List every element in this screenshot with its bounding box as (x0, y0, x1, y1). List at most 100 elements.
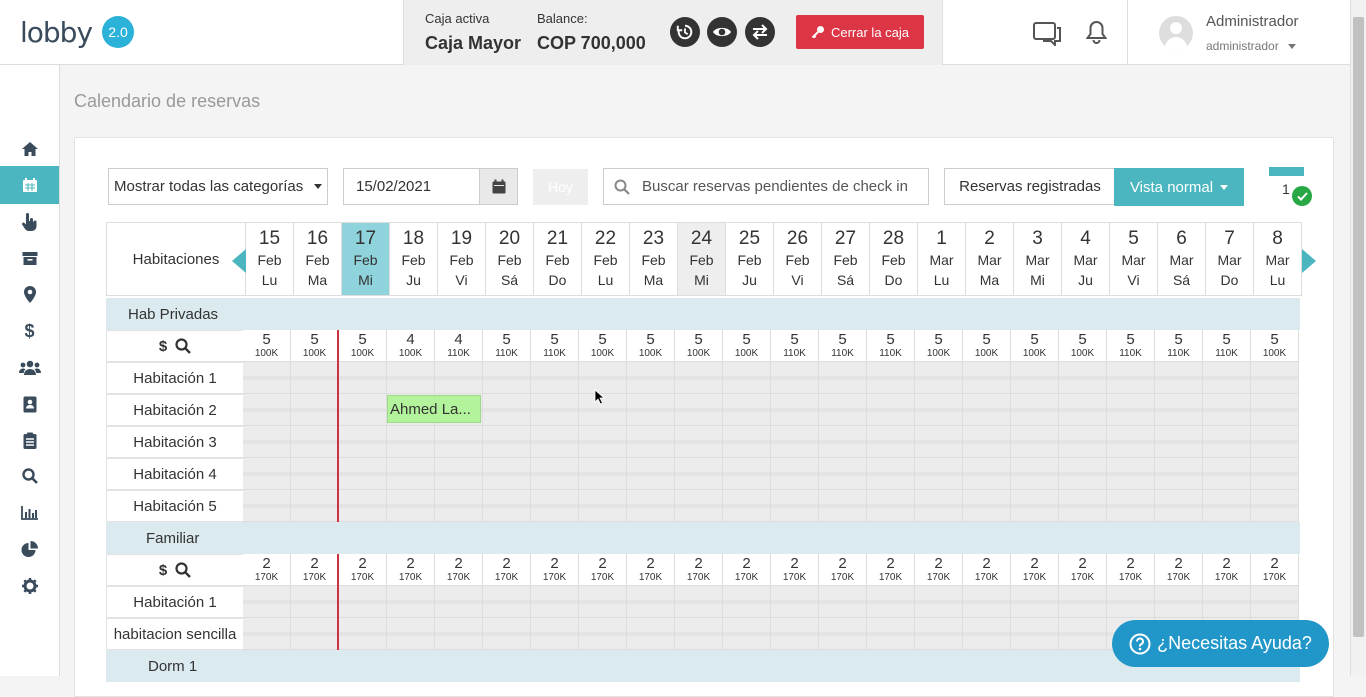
room-day-cell[interactable] (1011, 426, 1059, 458)
sidebar-item-checkin[interactable] (0, 203, 59, 241)
room-day-cell[interactable] (771, 362, 819, 394)
room-day-cell[interactable] (675, 426, 723, 458)
availability-cell[interactable]: 5 100K (963, 330, 1011, 362)
room-day-cell[interactable] (1203, 490, 1251, 522)
room-day-cell[interactable] (1107, 426, 1155, 458)
day-header[interactable]: 2 Mar Ma (966, 222, 1014, 296)
room-day-cell[interactable] (1203, 394, 1251, 426)
room-day-cell[interactable] (339, 618, 387, 650)
day-header[interactable]: 25 Feb Ju (726, 222, 774, 296)
room-label[interactable]: habitacion sencilla (106, 618, 244, 650)
sidebar-item-contacts[interactable] (0, 385, 59, 423)
room-day-cell[interactable] (723, 490, 771, 522)
room-day-cell[interactable] (243, 490, 291, 522)
dollar-icon[interactable]: $ (159, 338, 167, 355)
room-day-cell[interactable] (483, 394, 531, 426)
room-label[interactable]: Habitación 5 (106, 490, 244, 522)
availability-cell[interactable]: 5 100K (339, 330, 387, 362)
room-day-cell[interactable] (771, 586, 819, 618)
room-day-cell[interactable] (915, 458, 963, 490)
availability-cell[interactable]: 2 170K (771, 554, 819, 586)
room-day-cell[interactable] (771, 458, 819, 490)
date-field[interactable]: 15/02/2021 (343, 168, 518, 205)
availability-cell[interactable]: 5 100K (243, 330, 291, 362)
room-day-cell[interactable] (867, 426, 915, 458)
availability-cell[interactable]: 2 170K (723, 554, 771, 586)
room-day-cell[interactable] (627, 458, 675, 490)
availability-cell[interactable]: 2 170K (675, 554, 723, 586)
room-day-cell[interactable] (243, 458, 291, 490)
next-period-arrow-icon[interactable] (1302, 249, 1316, 273)
room-day-cell[interactable] (1011, 458, 1059, 490)
room-day-cell[interactable] (291, 394, 339, 426)
room-day-cell[interactable] (483, 362, 531, 394)
date-picker-button[interactable] (479, 169, 517, 204)
room-day-cell[interactable] (291, 458, 339, 490)
availability-cell[interactable]: 2 170K (1251, 554, 1299, 586)
room-day-cell[interactable] (435, 362, 483, 394)
availability-cell[interactable]: 2 170K (291, 554, 339, 586)
availability-cell[interactable]: 2 170K (579, 554, 627, 586)
room-day-cell[interactable] (627, 426, 675, 458)
room-day-cell[interactable] (867, 458, 915, 490)
room-day-cell[interactable] (963, 490, 1011, 522)
sidebar-item-statistics[interactable] (0, 530, 59, 568)
availability-cell[interactable]: 5 110K (819, 330, 867, 362)
day-header[interactable]: 22 Feb Lu (582, 222, 630, 296)
room-day-cell[interactable] (723, 426, 771, 458)
registered-bookings-button[interactable]: Reservas registradas (944, 168, 1116, 205)
room-day-cell[interactable] (291, 618, 339, 650)
day-header[interactable]: 24 Feb Mi (678, 222, 726, 296)
room-day-cell[interactable] (675, 458, 723, 490)
availability-cell[interactable]: 5 110K (1155, 330, 1203, 362)
availability-cell[interactable]: 5 110K (1203, 330, 1251, 362)
room-day-cell[interactable] (1011, 586, 1059, 618)
room-day-cell[interactable] (963, 618, 1011, 650)
room-day-cell[interactable] (675, 618, 723, 650)
day-header[interactable]: 16 Feb Ma (294, 222, 342, 296)
room-day-cell[interactable] (387, 490, 435, 522)
room-day-cell[interactable] (963, 586, 1011, 618)
room-day-cell[interactable] (1155, 490, 1203, 522)
room-day-cell[interactable] (819, 426, 867, 458)
day-header[interactable]: 20 Feb Sá (486, 222, 534, 296)
room-day-cell[interactable] (531, 458, 579, 490)
room-day-cell[interactable] (819, 586, 867, 618)
sidebar-item-reports[interactable] (0, 494, 59, 532)
room-label[interactable]: Habitación 1 (106, 586, 244, 618)
dollar-icon[interactable]: $ (159, 562, 167, 579)
room-day-cell[interactable] (339, 586, 387, 618)
room-day-cell[interactable] (531, 362, 579, 394)
availability-cell[interactable]: 5 100K (627, 330, 675, 362)
search-icon[interactable] (175, 338, 192, 354)
room-day-cell[interactable] (1155, 458, 1203, 490)
availability-cell[interactable]: 2 170K (1011, 554, 1059, 586)
room-day-cell[interactable] (723, 586, 771, 618)
room-day-cell[interactable] (243, 362, 291, 394)
room-day-cell[interactable] (483, 426, 531, 458)
day-header[interactable]: 23 Feb Ma (630, 222, 678, 296)
room-day-cell[interactable] (243, 394, 291, 426)
room-day-cell[interactable] (1251, 490, 1299, 522)
room-day-cell[interactable] (1059, 458, 1107, 490)
room-day-cell[interactable] (579, 490, 627, 522)
availability-cell[interactable]: 5 100K (1251, 330, 1299, 362)
availability-cell[interactable]: 2 170K (867, 554, 915, 586)
day-header[interactable]: 21 Feb Do (534, 222, 582, 296)
room-label[interactable]: Habitación 4 (106, 458, 244, 490)
room-day-cell[interactable] (1155, 586, 1203, 618)
room-day-cell[interactable] (915, 362, 963, 394)
booking-block[interactable]: Ahmed La... (387, 395, 481, 423)
room-day-cell[interactable] (723, 458, 771, 490)
room-day-cell[interactable] (819, 394, 867, 426)
room-day-cell[interactable] (339, 490, 387, 522)
availability-cell[interactable]: 2 170K (1203, 554, 1251, 586)
room-day-cell[interactable] (1059, 490, 1107, 522)
availability-cell[interactable]: 5 100K (675, 330, 723, 362)
availability-cell[interactable]: 2 170K (531, 554, 579, 586)
sidebar-item-home[interactable] (0, 130, 59, 168)
room-day-cell[interactable] (243, 618, 291, 650)
room-day-cell[interactable] (291, 490, 339, 522)
room-day-cell[interactable] (1059, 618, 1107, 650)
transfer-button[interactable] (745, 17, 775, 47)
